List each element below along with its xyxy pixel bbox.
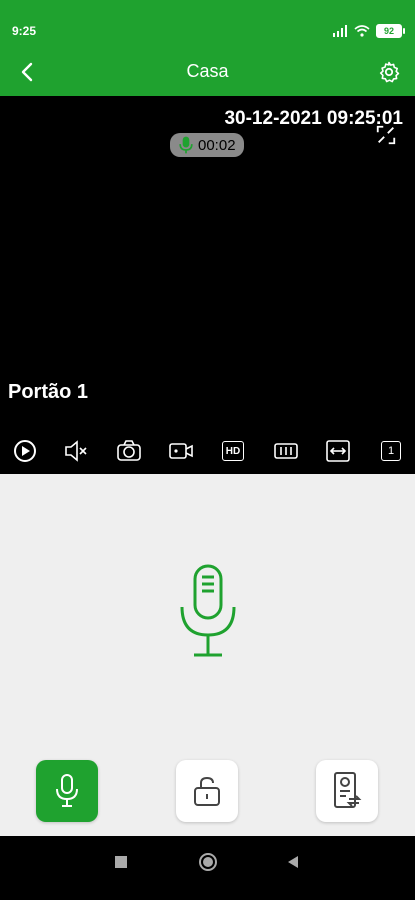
doorbell-switch-icon xyxy=(334,772,362,808)
recording-time: 00:02 xyxy=(198,136,236,154)
recording-indicator: 00:02 xyxy=(170,133,244,157)
action-buttons xyxy=(0,760,415,824)
status-icons: 92 xyxy=(332,24,405,38)
camera-name: Portão 1 xyxy=(8,381,89,403)
channel-icon[interactable]: 1 xyxy=(378,438,404,464)
signal-icon xyxy=(333,25,347,37)
unlock-button[interactable] xyxy=(176,760,238,822)
microphone-icon xyxy=(180,564,236,657)
video-player[interactable]: 30-12-2021 09:25:01 00:02 Portão 1 xyxy=(0,96,415,426)
home-icon[interactable] xyxy=(198,852,218,872)
system-nav-bar xyxy=(0,836,415,900)
snapshot-icon[interactable] xyxy=(116,438,142,464)
back-nav-icon[interactable] xyxy=(286,854,300,870)
stream-icon[interactable] xyxy=(273,438,299,464)
intercom-panel xyxy=(0,474,415,836)
recents-icon[interactable] xyxy=(115,856,127,868)
mute-icon[interactable] xyxy=(63,438,89,464)
microphone-icon xyxy=(179,136,193,154)
status-time: 9:25 xyxy=(12,24,37,38)
hd-label: HD xyxy=(222,441,244,461)
app-header: Casa xyxy=(0,48,415,96)
status-bar: 9:25 92 xyxy=(0,0,415,48)
fullscreen-icon[interactable] xyxy=(375,124,397,146)
video-toolbar: HD 1 xyxy=(0,426,415,474)
fit-icon[interactable] xyxy=(325,438,351,464)
record-video-icon[interactable] xyxy=(168,438,194,464)
play-icon[interactable] xyxy=(12,438,38,464)
page-title: Casa xyxy=(186,61,229,81)
gear-icon[interactable] xyxy=(377,60,401,84)
microphone-icon xyxy=(56,774,78,807)
hd-icon[interactable]: HD xyxy=(220,438,246,464)
wifi-icon xyxy=(354,25,370,37)
battery-icon: 92 xyxy=(376,24,405,38)
switch-device-button[interactable] xyxy=(316,760,378,822)
talk-button[interactable] xyxy=(36,760,98,822)
battery-level: 92 xyxy=(376,24,402,38)
channel-number: 1 xyxy=(381,441,401,461)
unlock-icon xyxy=(194,776,220,806)
